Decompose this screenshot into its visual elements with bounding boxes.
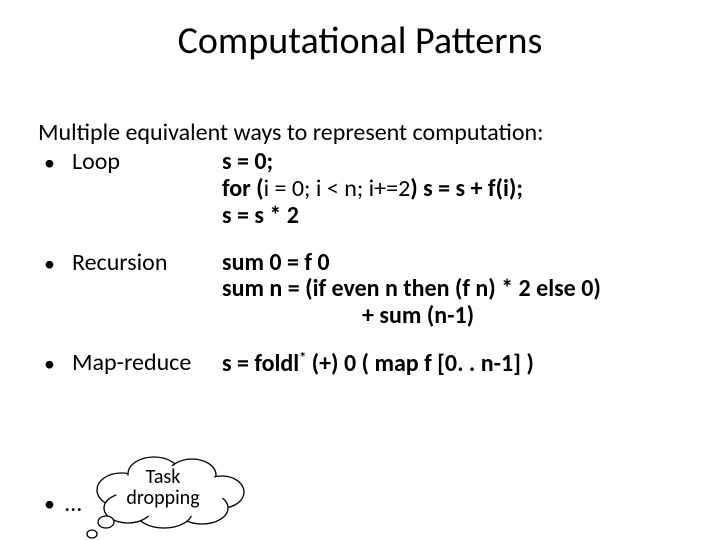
cloud-text: Task dropping (88, 467, 238, 509)
bullet-mapreduce: • Map-reduce s = foldl* (+) 0 ( map f [0… (38, 350, 688, 378)
intro-text: Multiple equivalent ways to represent co… (38, 120, 688, 147)
code-text: sum 0 = f 0 (222, 248, 330, 277)
slide-body: Multiple equivalent ways to represent co… (38, 120, 688, 378)
code-text: s = 0; (222, 147, 273, 176)
bullet-mapreduce-code: s = foldl* (+) 0 ( map f [0. . n-1] ) (222, 350, 688, 378)
bullet-loop-label: Loop (72, 149, 222, 176)
bullet-recursion-code: sum 0 = f 0 sum n = (if even n then (f n… (222, 250, 688, 331)
bullet-dot-icon: • (38, 250, 72, 277)
code-text: (f n) * 2 (449, 274, 536, 303)
code-text: + sum (n-1) (362, 301, 474, 330)
code-text: 0) (576, 274, 601, 303)
code-text: (+) 0 ( map f [0. . n-1] ) (306, 349, 534, 378)
cloud-line2: dropping (88, 488, 238, 509)
code-text: s = (222, 349, 254, 378)
thought-cloud: Task dropping (88, 462, 248, 534)
code-text: then (403, 274, 449, 303)
bullet-dot-icon: • (38, 149, 72, 176)
slide: Computational Patterns Multiple equivale… (0, 0, 720, 540)
bullet-dot-icon: • (38, 350, 72, 377)
bullet-recursion-label: Recursion (72, 250, 222, 277)
code-text: ) s = s + f(i); (410, 174, 523, 203)
code-text: if (313, 274, 327, 303)
bullet-recursion: • Recursion sum 0 = f 0 sum n = (if even… (38, 250, 688, 331)
code-text: sum n = ( (222, 274, 313, 303)
code-text: else (536, 274, 576, 303)
code-text: foldl (254, 349, 299, 378)
cloud-line1: Task (88, 467, 238, 488)
code-text: i = 0; i < n; i+=2 (264, 174, 411, 203)
slide-title: Computational Patterns (0, 18, 720, 64)
bullet-dot-icon: • (44, 490, 65, 517)
code-text: for ( (222, 174, 264, 203)
bullet-loop: • Loop s = 0; for (i = 0; i < n; i+=2) s… (38, 149, 688, 230)
code-text: even n (326, 274, 403, 303)
code-text: s = s * 2 (222, 201, 299, 230)
bullet-mapreduce-label: Map-reduce (72, 350, 222, 377)
bullet-loop-code: s = 0; for (i = 0; i < n; i+=2) s = s + … (222, 149, 688, 230)
